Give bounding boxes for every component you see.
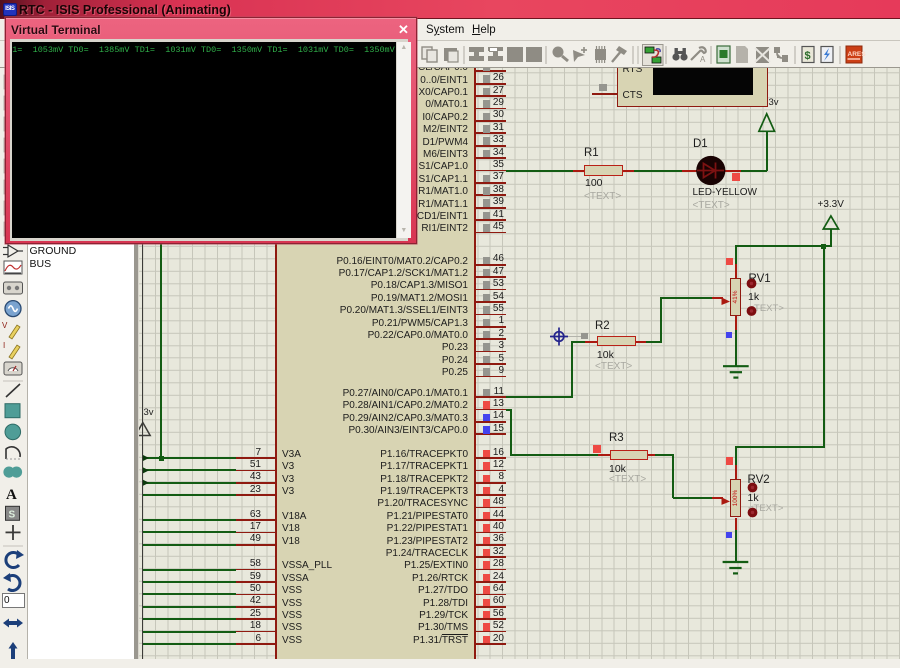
svg-text:A: A <box>6 487 17 503</box>
svg-text:ARES: ARES <box>848 51 867 58</box>
svg-text:$: $ <box>805 50 811 62</box>
svg-text:S: S <box>9 510 16 521</box>
svg-text:V: V <box>2 321 8 330</box>
svg-text:I: I <box>3 341 5 350</box>
svg-text:A: A <box>700 55 706 64</box>
